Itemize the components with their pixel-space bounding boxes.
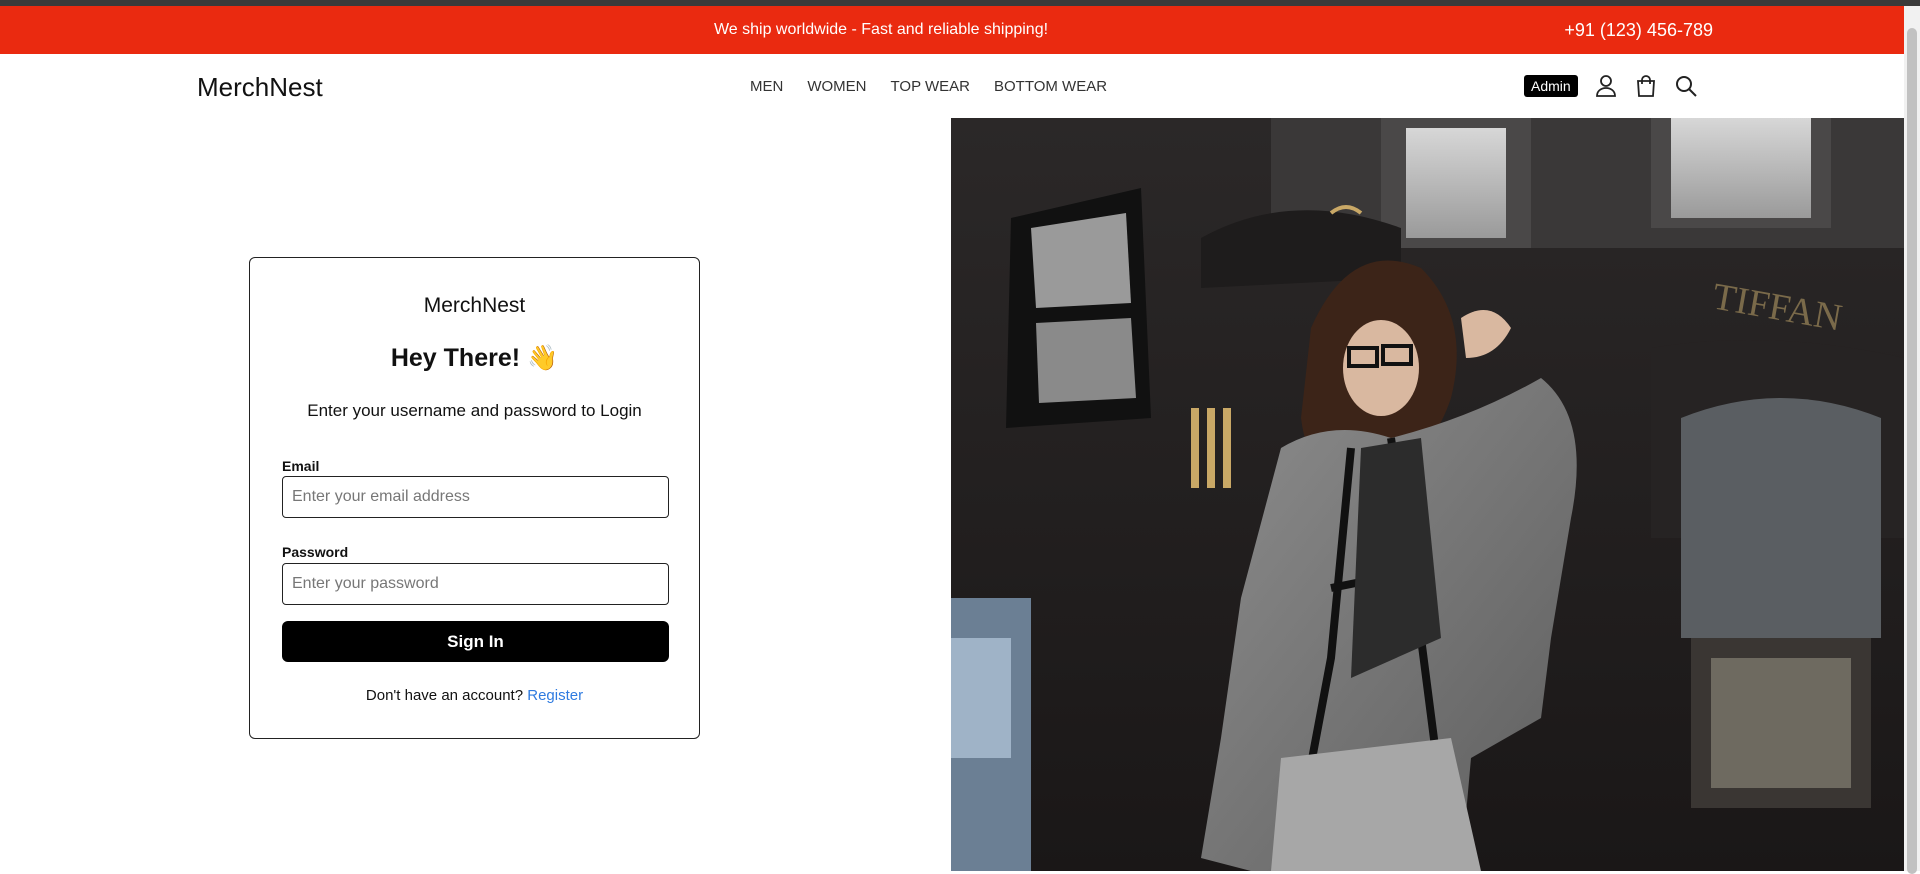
hero-image: TIFFAN	[951, 118, 1904, 871]
email-field[interactable]	[282, 476, 669, 518]
register-link[interactable]: Register	[527, 687, 583, 704]
scrollbar-thumb[interactable]	[1907, 28, 1917, 874]
shopping-bag-icon[interactable]	[1632, 72, 1660, 100]
login-heading-text: Hey There!	[390, 344, 521, 372]
navbar: MerchNest MEN WOMEN TOP WEAR BOTTOM WEAR…	[0, 54, 1904, 118]
password-label: Password	[282, 544, 349, 560]
login-subtitle: Enter your username and password to Logi…	[307, 401, 642, 420]
search-icon[interactable]	[1672, 72, 1700, 100]
password-field[interactable]	[282, 563, 669, 605]
fashion-photo: TIFFAN	[951, 118, 1904, 871]
register-row: Don't have an account? Register	[250, 687, 699, 704]
banner-phone: +91 (123) 456-789	[1564, 20, 1713, 40]
admin-button[interactable]: Admin	[1524, 75, 1578, 97]
sign-in-button[interactable]: Sign In	[282, 621, 669, 662]
login-card: MerchNest Hey There! 👋 Enter your userna…	[249, 257, 700, 739]
site-logo[interactable]: MerchNest	[197, 72, 323, 103]
nav-link-top-wear[interactable]: TOP WEAR	[891, 78, 970, 95]
register-prompt: Don't have an account?	[365, 687, 524, 704]
user-icon[interactable]	[1592, 72, 1620, 100]
nav-link-women[interactable]: WOMEN	[807, 78, 866, 95]
login-heading: Hey There! 👋	[250, 344, 699, 373]
banner-message: We ship worldwide - Fast and reliable sh…	[713, 21, 1049, 38]
nav-link-bottom-wear[interactable]: BOTTOM WEAR	[994, 78, 1107, 95]
nav-link-men[interactable]: MEN	[750, 78, 783, 95]
waving-hand-icon: 👋	[527, 344, 559, 372]
announcement-banner: We ship worldwide - Fast and reliable sh…	[0, 6, 1904, 54]
page-scrollbar[interactable]	[1904, 6, 1920, 874]
nav-actions: Admin	[1524, 72, 1712, 100]
email-label: Email	[282, 458, 320, 474]
main-nav: MEN WOMEN TOP WEAR BOTTOM WEAR	[750, 78, 1107, 95]
card-brand: MerchNest	[423, 294, 526, 317]
